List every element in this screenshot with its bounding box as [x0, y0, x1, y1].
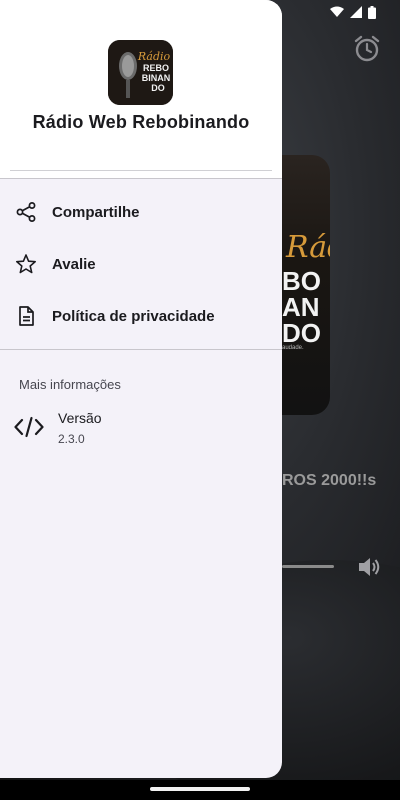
home-gesture-handle[interactable] [150, 787, 250, 791]
drawer-header: Rádio REBO BINAN DO Rádio Web Rebobinand… [0, 0, 282, 178]
navigation-drawer: Rádio REBO BINAN DO Rádio Web Rebobinand… [0, 0, 282, 778]
menu-item-rate[interactable]: Avalie [0, 238, 282, 290]
section-divider [0, 349, 282, 350]
more-info-section-title: Mais informações [19, 377, 121, 392]
microphone-logo-graphic: Rádio REBO BINAN DO [108, 40, 173, 105]
alarm-icon[interactable] [352, 34, 382, 64]
logo-text-line: BINAN [142, 73, 171, 83]
version-value: 2.3.0 [58, 432, 85, 446]
menu-item-label: Avalie [52, 255, 96, 273]
share-icon [16, 202, 36, 222]
volume-slider[interactable] [282, 565, 334, 568]
section-divider [0, 178, 282, 179]
album-art-caption: audade. [282, 345, 304, 351]
menu-item-privacy-policy[interactable]: Política de privacidade [0, 290, 282, 342]
song-title: ROS 2000!!s [282, 472, 377, 489]
menu-item-label: Compartilhe [52, 203, 140, 221]
header-divider [10, 170, 272, 171]
battery-icon [368, 5, 376, 19]
album-art-lines: BO AN DO [282, 268, 321, 346]
star-icon [16, 254, 36, 274]
volume-icon[interactable] [356, 554, 382, 580]
wifi-icon [330, 6, 344, 17]
menu-item-share[interactable]: Compartilhe [0, 186, 282, 238]
signal-icon [350, 6, 362, 18]
album-art-line: AN [282, 292, 320, 322]
logo-text-line: DO [151, 83, 165, 93]
status-bar [280, 0, 400, 24]
album-art-line: DO [282, 318, 321, 348]
version-label: Versão [58, 410, 102, 426]
album-art-line: BO [282, 266, 321, 296]
album-art-script: Rádio [286, 230, 330, 265]
logo-text-line: REBO [143, 63, 169, 73]
logo-text-script: Rádio [137, 50, 171, 63]
code-icon [14, 416, 44, 438]
app-logo: Rádio REBO BINAN DO [108, 40, 173, 105]
menu-item-label: Política de privacidade [52, 307, 215, 325]
document-icon [19, 306, 34, 326]
version-row: Versão 2.3.0 [0, 404, 282, 452]
app-title: Rádio Web Rebobinando [32, 112, 250, 132]
